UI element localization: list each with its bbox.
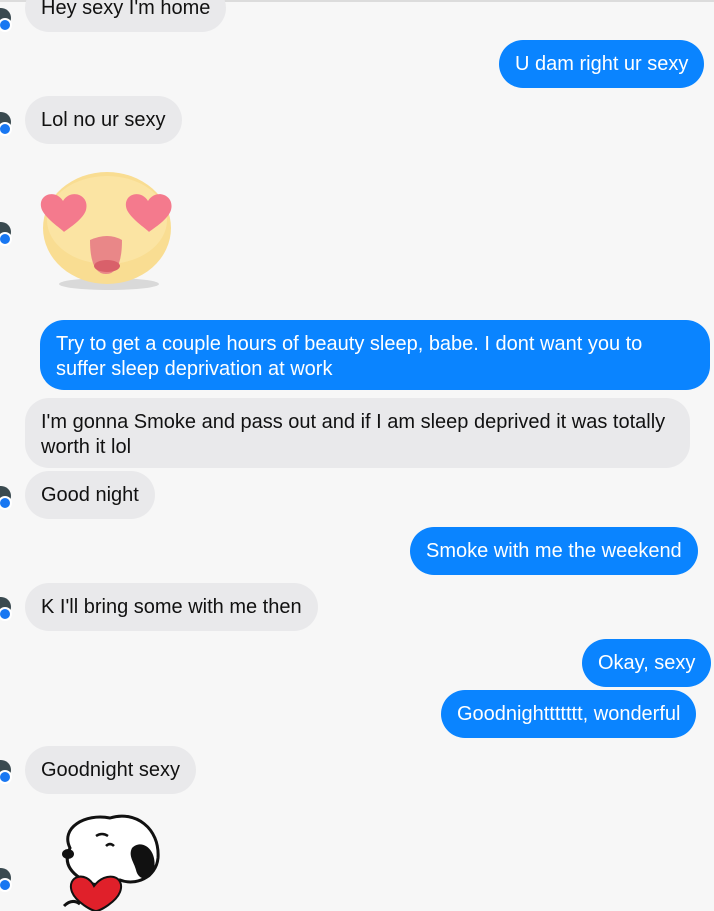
incoming-message[interactable]: Goodnight sexy: [25, 746, 196, 794]
messenger-badge-icon: [0, 122, 12, 136]
contact-avatar[interactable]: [0, 760, 12, 784]
outgoing-message[interactable]: Okay, sexy: [582, 639, 712, 687]
incoming-message[interactable]: K I'll bring some with me then: [25, 583, 318, 631]
heart-eyes-emoji-icon[interactable]: [36, 170, 178, 294]
messenger-badge-icon: [0, 18, 12, 32]
outgoing-message[interactable]: Try to get a couple hours of beauty slee…: [40, 320, 710, 390]
incoming-message[interactable]: I'm gonna Smoke and pass out and if I am…: [25, 398, 690, 468]
incoming-message[interactable]: Lol no ur sexy: [25, 96, 182, 144]
outgoing-message[interactable]: Goodnighttttttt, wonderful: [441, 690, 697, 738]
messenger-badge-icon: [0, 496, 12, 510]
messenger-badge-icon: [0, 878, 12, 892]
outgoing-message[interactable]: Smoke with me the weekend: [410, 527, 698, 575]
contact-avatar[interactable]: [0, 8, 12, 32]
contact-avatar[interactable]: [0, 597, 12, 621]
contact-avatar[interactable]: [0, 486, 12, 510]
messenger-badge-icon: [0, 232, 12, 246]
incoming-message[interactable]: Hey sexy I'm home: [25, 0, 227, 32]
contact-avatar[interactable]: [0, 868, 12, 892]
incoming-message[interactable]: Good night: [25, 471, 155, 519]
outgoing-message[interactable]: U dam right ur sexy: [499, 40, 705, 88]
contact-avatar[interactable]: [0, 112, 12, 136]
contact-avatar[interactable]: [0, 222, 12, 246]
snoopy-heart-sticker-icon[interactable]: [50, 808, 170, 911]
messenger-badge-icon: [0, 607, 12, 621]
messenger-badge-icon: [0, 770, 12, 784]
